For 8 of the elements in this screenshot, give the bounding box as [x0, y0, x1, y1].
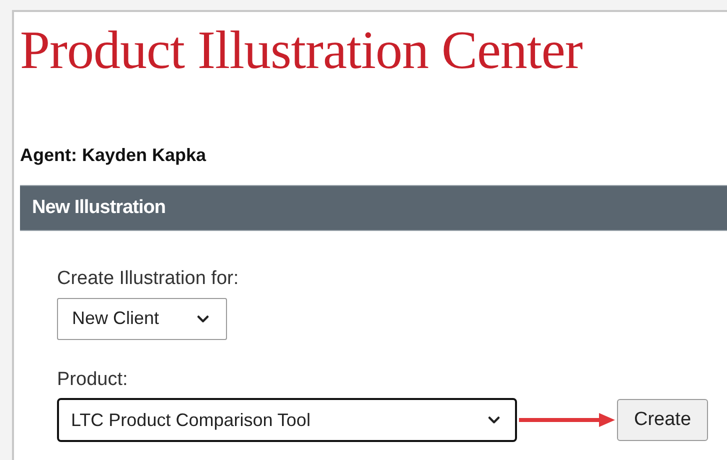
create-button[interactable]: Create: [617, 399, 708, 441]
agent-name: Agent: Kayden Kapka: [20, 144, 206, 167]
field-label: Product:: [57, 368, 128, 392]
select-field[interactable]: New Client: [57, 298, 227, 340]
page-title: Product Illustration Center: [20, 19, 582, 82]
section-title: New Illustration: [32, 196, 166, 220]
select-field[interactable]: LTC Product Comparison Tool: [57, 398, 517, 442]
field-label: Create Illustration for:: [57, 267, 239, 291]
